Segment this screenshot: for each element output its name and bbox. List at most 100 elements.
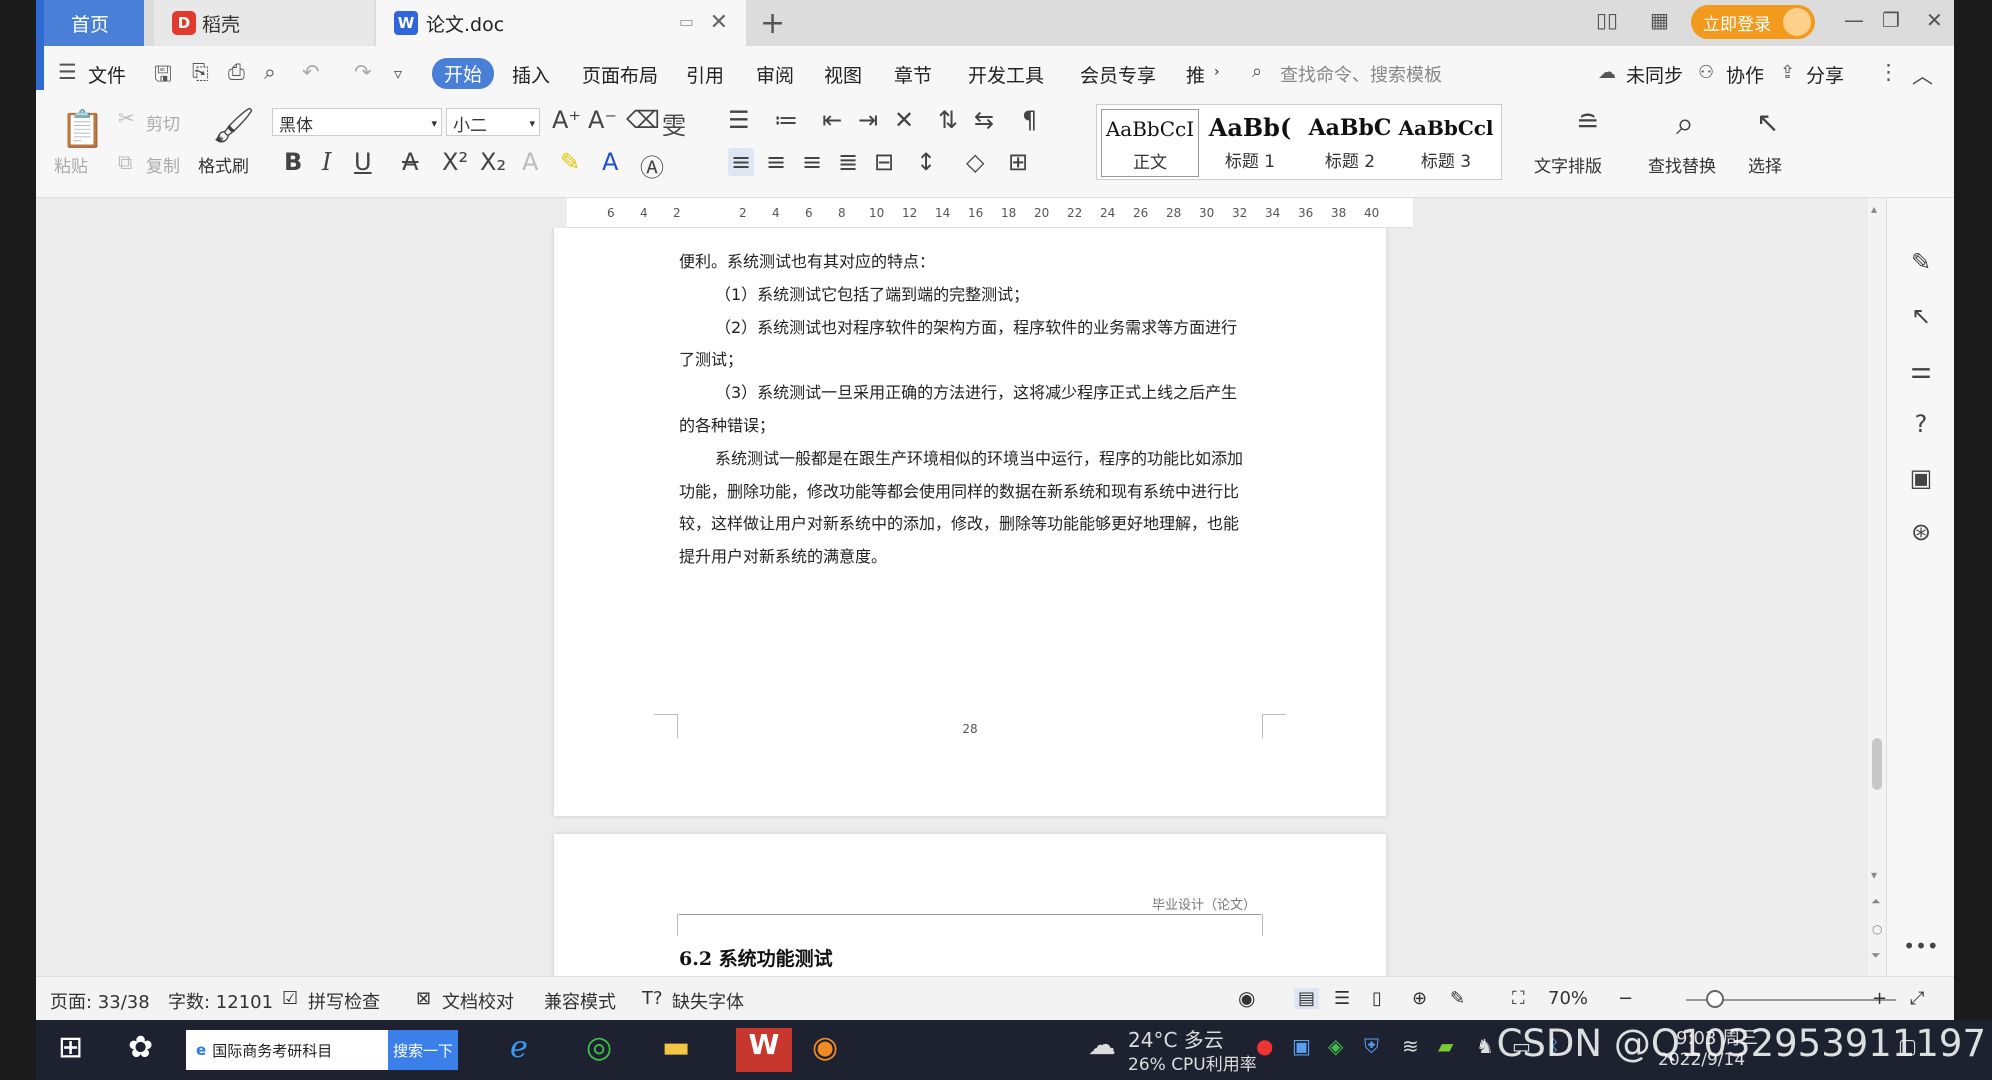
cpu-usage[interactable]: 26% CPU利用率 [1128,1050,1257,1075]
tab-document[interactable]: W 论文.doc ▭ ✕ [376,0,746,46]
bullet-list-icon[interactable]: ☰ [728,106,750,134]
word-count[interactable]: 字数: 12101 [168,988,273,1014]
phonetic-icon[interactable]: 雯 [662,106,686,141]
menu-member[interactable]: 会员专享 [1080,61,1156,88]
bold-icon[interactable]: B [284,148,302,176]
taskbar-search-box[interactable]: e 国际商务考研科目 [186,1030,388,1070]
proofread-button[interactable]: 文档校对 [442,988,514,1014]
style-normal[interactable]: AaBbCcI 正文 [1101,109,1199,177]
sort-icon[interactable]: ⇅ [938,106,958,134]
style-heading-2[interactable]: AaBbC 标题 2 [1301,109,1399,177]
font-color-icon[interactable]: A [602,148,618,176]
page-28[interactable]: 便利。系统测试也有其对应的特点： （1）系统测试它包括了端到端的完整测试； （2… [554,228,1386,816]
menu-more-chevron-icon[interactable]: › [1214,64,1220,80]
page-view-icon[interactable]: ▤ [1294,988,1320,1009]
font-size-select[interactable]: 小二 ▾ [446,108,540,136]
browser-360-icon[interactable]: ◎ [586,1030,612,1065]
cut-icon[interactable]: ✂ [118,106,135,130]
reading-mode-icon[interactable]: ▯▯ [1596,8,1618,32]
copy-icon[interactable]: ⧉ [118,150,132,174]
tray-nvidia-icon[interactable]: ▰ [1438,1034,1453,1058]
print-icon[interactable]: ⎙ [228,60,245,85]
align-right-icon[interactable]: ≡ [802,148,822,176]
line-spacing-icon[interactable]: ↕ [916,148,936,176]
page-29[interactable]: 毕业设计（论文） 6.2 系统功能测试 [554,834,1386,976]
menu-start[interactable]: 开始 [432,58,495,89]
tray-qq-icon[interactable]: ♞ [1476,1034,1494,1058]
zoom-level[interactable]: 70% [1548,988,1588,1009]
reading-view-icon[interactable]: ▯ [1372,988,1382,1009]
text-layout-icon[interactable]: ≘ [1576,106,1599,139]
save-icon[interactable]: 🖫 [154,60,172,95]
apps-grid-icon[interactable]: ▦ [1650,8,1669,32]
outline-view-icon[interactable]: ☰ [1334,988,1350,1009]
select-pointer-icon[interactable]: ↖ [1887,302,1954,330]
menu-insert[interactable]: 插入 [512,61,550,88]
tab-home[interactable]: 首页 [36,0,144,46]
select-label[interactable]: 选择 [1748,152,1782,177]
borders-icon[interactable]: ⊞ [1008,148,1028,176]
prev-page-icon[interactable]: ⏶ [1871,894,1881,909]
scroll-down-icon[interactable]: ▾ [1871,868,1877,882]
page-indicator[interactable]: 页面: 33/38 [50,988,150,1014]
highlight-icon[interactable]: ✎ [560,148,580,176]
undo-icon[interactable]: ↶ [302,60,320,84]
clear-format-icon[interactable]: ⌫ [626,106,660,134]
zoom-out-icon[interactable]: − [1618,988,1633,1009]
tray-defender-icon[interactable]: ⛨ [1364,1034,1379,1058]
fullscreen-icon[interactable]: ⤢ [1910,988,1924,1009]
recorder-app-icon[interactable]: ◉ [812,1030,838,1065]
zoom-slider-handle[interactable] [1706,990,1724,1008]
image-tools-icon[interactable]: ▣ [1887,464,1954,492]
underline-icon[interactable]: U [354,148,372,176]
next-page-icon[interactable]: ⏷ [1871,948,1881,963]
zoom-in-icon[interactable]: + [1872,988,1887,1009]
superscript-icon[interactable]: X² [442,148,468,176]
find-replace-label[interactable]: 查找替换 [1648,152,1716,177]
paste-icon[interactable]: 📋 [60,108,105,150]
more-menu-icon[interactable]: ⋮ [1878,60,1899,84]
select-cursor-icon[interactable]: ↖ [1756,106,1779,139]
web-view-icon[interactable]: ⊕ [1412,988,1427,1009]
app-launcher-icon[interactable]: ✿ [128,1030,153,1065]
print-preview-icon[interactable]: ⌕ [264,60,276,85]
browse-object-icon[interactable]: ○ [1872,922,1882,936]
style-heading-3[interactable]: AaBbCcl 标题 3 [1397,109,1495,177]
command-search-input[interactable]: 查找命令、搜索模板 [1280,61,1442,87]
menu-reference[interactable]: 引用 [686,61,724,88]
format-painter-icon[interactable]: 🖌 [212,106,255,146]
chinese-layout-icon[interactable]: ✕ [894,106,914,134]
menu-devtools[interactable]: 开发工具 [968,61,1044,88]
login-button[interactable]: 立即登录 [1691,5,1815,39]
close-window-icon[interactable]: ✕ [1926,8,1943,32]
strikethrough-icon[interactable]: A [402,148,418,176]
fit-page-icon[interactable]: ⛶ [1512,988,1525,1009]
tray-security-icon[interactable]: ◈ [1328,1034,1343,1058]
more-options-icon[interactable]: ••• [1887,934,1954,958]
document-canvas[interactable]: 便利。系统测试也有其对应的特点： （1）系统测试它包括了端到端的完整测试； （2… [36,228,1883,976]
pen-icon[interactable]: ✎ [1887,248,1954,276]
shading-icon[interactable]: ◇ [966,148,984,176]
collapse-ribbon-icon[interactable]: ︿ [1912,60,1933,90]
write-mode-icon[interactable]: ✎ [1450,988,1465,1009]
vertical-scrollbar[interactable]: ▴ ▾ ⏶ ○ ⏷ [1868,198,1886,976]
weather-text[interactable]: 24°C 多云 [1128,1024,1224,1053]
page-body-text[interactable]: 便利。系统测试也有其对应的特点： （1）系统测试它包括了端到端的完整测试； （2… [679,246,1269,574]
align-left-icon[interactable]: ≡ [728,148,755,176]
text-effect-icon[interactable]: A [522,148,538,176]
find-replace-icon[interactable]: ⌕ [1676,104,1694,143]
menu-layout[interactable]: 页面布局 [582,61,658,88]
wifi-icon[interactable]: ≋ [1402,1034,1419,1058]
sync-status[interactable]: 未同步 [1626,61,1683,88]
tray-shield-icon[interactable]: ▣ [1292,1034,1311,1058]
menu-file[interactable]: 文件 [88,61,126,88]
cut-label[interactable]: 剪切 [146,110,180,135]
windows-start-icon[interactable]: ⊞ [58,1030,83,1065]
help-icon[interactable]: ? [1887,410,1954,438]
redo-icon[interactable]: ↷ [354,60,372,84]
minimize-icon[interactable]: — [1844,8,1864,32]
style-heading-1[interactable]: AaBb(标题 1 [1201,109,1299,177]
text-direction-icon[interactable]: ⇆ [974,106,994,134]
quick-access-dropdown-icon[interactable]: ▿ [394,64,402,83]
subscript-icon[interactable]: X₂ [480,148,506,176]
